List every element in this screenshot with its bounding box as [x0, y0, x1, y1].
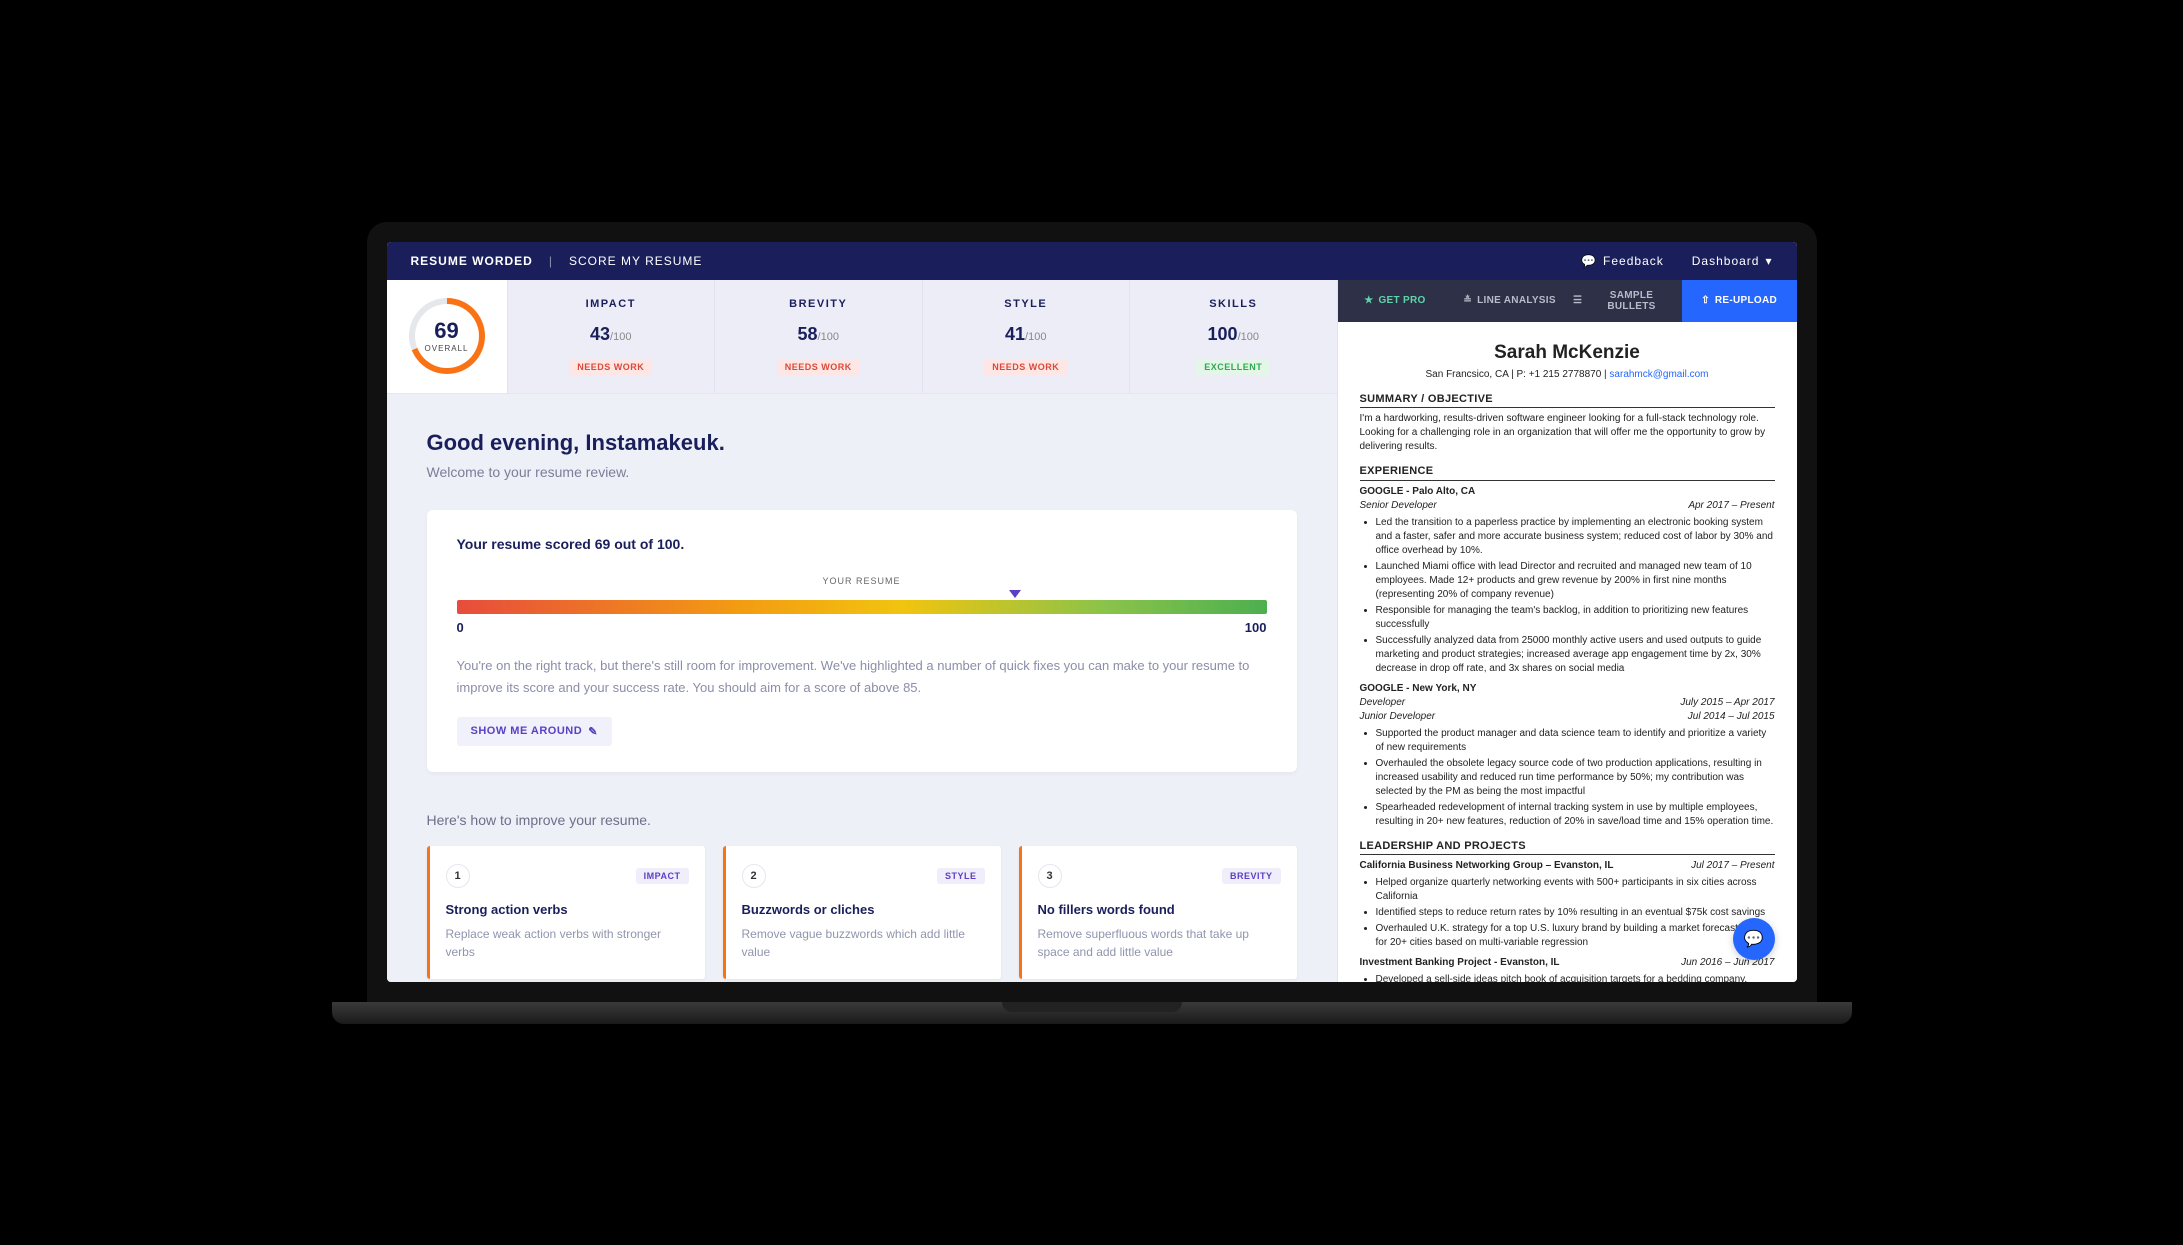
metric-skills[interactable]: SKILLS 100/100 EXCELLENT [1129, 280, 1337, 393]
status-badge: EXCELLENT [1196, 359, 1270, 375]
overall-score-label: OVERALL [425, 344, 469, 353]
tip-desc: Replace weak action verbs with stronger … [446, 925, 689, 961]
tip-tag: BREVITY [1222, 868, 1281, 884]
wand-icon: ✎ [588, 725, 598, 738]
right-panel: ★ GET PRO ≛ LINE ANALYSIS ☰ SAMPLE BULLE… [1337, 280, 1797, 982]
resume-bullet-list: Led the transition to a paperless practi… [1360, 516, 1775, 676]
left-panel: 69 OVERALL IMPACT 43/100 NEEDS WORK BREV… [387, 280, 1337, 982]
feedback-link[interactable]: 💬 Feedback [1581, 254, 1664, 268]
tab-get-pro[interactable]: ★ GET PRO [1338, 280, 1453, 322]
resume-preview[interactable]: Sarah McKenzie San Francsico, CA | P: +1… [1338, 322, 1797, 982]
score-gauge: YOUR RESUME 0 100 [457, 576, 1267, 635]
metric-impact[interactable]: IMPACT 43/100 NEEDS WORK [507, 280, 715, 393]
metric-style[interactable]: STYLE 41/100 NEEDS WORK [922, 280, 1130, 393]
feedback-label: Feedback [1603, 254, 1664, 268]
analysis-icon: ≛ [1463, 295, 1472, 306]
tip-title: Strong action verbs [446, 902, 689, 917]
chat-bubble-icon: 💬 [1744, 929, 1764, 949]
tip-number: 2 [742, 864, 766, 888]
metric-brevity[interactable]: BREVITY 58/100 NEEDS WORK [714, 280, 922, 393]
resume-section-heading: SUMMARY / OBJECTIVE [1360, 392, 1775, 408]
show-me-around-button[interactable]: SHOW ME AROUND ✎ [457, 717, 612, 746]
resume-bullet-list: Supported the product manager and data s… [1360, 727, 1775, 829]
tip-tag: IMPACT [636, 868, 689, 884]
resume-name: Sarah McKenzie [1360, 340, 1775, 367]
dashboard-menu[interactable]: Dashboard ▾ [1692, 254, 1773, 268]
chevron-down-icon: ▾ [1765, 254, 1772, 268]
tab-re-upload[interactable]: ⇧ RE-UPLOAD [1682, 280, 1797, 322]
top-navbar: RESUME WORDED | SCORE MY RESUME 💬 Feedba… [387, 242, 1797, 280]
tips-row: 1 IMPACT Strong action verbs Replace wea… [427, 846, 1297, 979]
brand-logo[interactable]: RESUME WORDED [411, 254, 533, 268]
tab-sample-bullets[interactable]: ☰ SAMPLE BULLETS [1567, 280, 1682, 322]
tip-desc: Remove vague buzzwords which add little … [742, 925, 985, 961]
divider: | [549, 254, 553, 268]
help-chat-button[interactable]: 💬 [1733, 918, 1775, 960]
status-badge: NEEDS WORK [777, 359, 860, 375]
score-summary-bar: 69 OVERALL IMPACT 43/100 NEEDS WORK BREV… [387, 280, 1337, 394]
status-badge: NEEDS WORK [984, 359, 1067, 375]
status-badge: NEEDS WORK [569, 359, 652, 375]
chat-icon: 💬 [1581, 254, 1597, 268]
dashboard-label: Dashboard [1692, 254, 1760, 268]
resume-email-link[interactable]: sarahmck@gmail.com [1609, 369, 1708, 380]
tip-title: Buzzwords or cliches [742, 902, 985, 917]
gauge-pointer-icon [1009, 590, 1021, 598]
list-icon: ☰ [1573, 295, 1582, 306]
upload-icon: ⇧ [1701, 295, 1710, 306]
resume-section-heading: LEADERSHIP AND PROJECTS [1360, 839, 1775, 855]
card-description: You're on the right track, but there's s… [457, 655, 1267, 699]
tip-number: 1 [446, 864, 470, 888]
tip-number: 3 [1038, 864, 1062, 888]
tip-title: No fillers words found [1038, 902, 1281, 917]
right-tab-bar: ★ GET PRO ≛ LINE ANALYSIS ☰ SAMPLE BULLE… [1338, 280, 1797, 322]
resume-contact: San Francsico, CA | P: +1 215 2778870 | … [1360, 368, 1775, 382]
improve-heading: Here's how to improve your resume. [427, 812, 1297, 828]
tab-line-analysis[interactable]: ≛ LINE ANALYSIS [1452, 280, 1567, 322]
tip-tag: STYLE [937, 868, 985, 884]
card-title: Your resume scored 69 out of 100. [457, 536, 1267, 552]
tip-desc: Remove superfluous words that take up sp… [1038, 925, 1281, 961]
tip-card[interactable]: 1 IMPACT Strong action verbs Replace wea… [427, 846, 705, 979]
resume-bullet-list: Helped organize quarterly networking eve… [1360, 876, 1775, 950]
star-icon: ★ [1364, 295, 1373, 306]
greeting-heading: Good evening, Instamakeuk. [427, 430, 1297, 456]
resume-section-heading: EXPERIENCE [1360, 464, 1775, 480]
score-circle: 69 OVERALL [409, 298, 485, 374]
resume-bullet-list: Developed a sell-side ideas pitch book o… [1360, 973, 1775, 981]
welcome-text: Welcome to your resume review. [427, 464, 1297, 480]
gauge-bar [457, 600, 1267, 614]
score-card: Your resume scored 69 out of 100. YOUR R… [427, 510, 1297, 772]
page-title: SCORE MY RESUME [569, 254, 702, 268]
overall-score-box[interactable]: 69 OVERALL [387, 280, 507, 393]
overall-score-value: 69 [425, 318, 469, 344]
tip-card[interactable]: 2 STYLE Buzzwords or cliches Remove vagu… [723, 846, 1001, 979]
tip-card[interactable]: 3 BREVITY No fillers words found Remove … [1019, 846, 1297, 979]
